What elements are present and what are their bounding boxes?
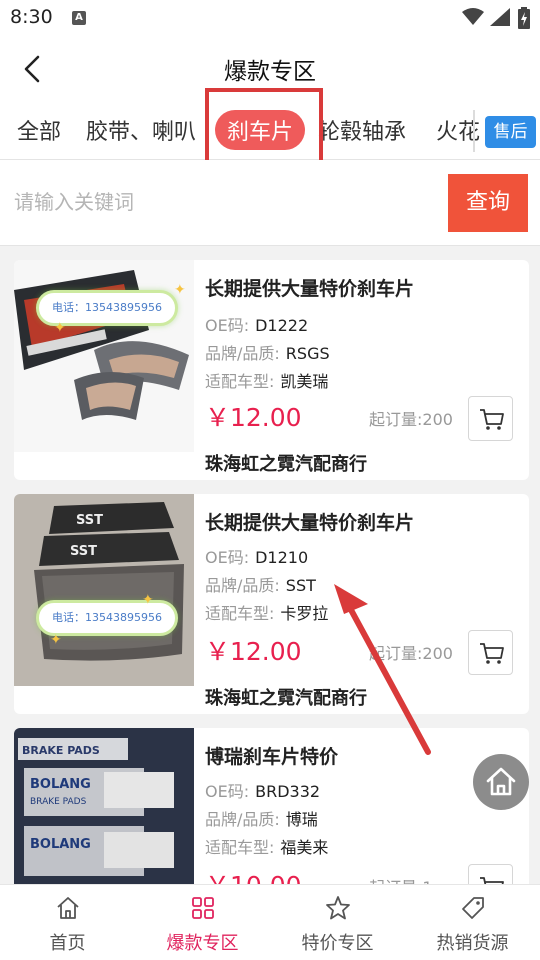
brand-label: 品牌/品质: [205,810,280,829]
nav-home[interactable]: 首页 [0,885,135,960]
oe-value: BRD332 [255,782,321,801]
product-image: BRAKE PADS BOLANG BRAKE PADS BOLANG [14,728,194,884]
nav-hot-zone-label: 爆款专区 [166,933,239,954]
moq-label: 起订量: [369,644,423,663]
product-image: 电话：13543895956 ✦ ✦ [14,260,194,452]
product-card[interactable]: BRAKE PADS BOLANG BRAKE PADS BOLANG 博瑞刹车… [14,728,529,884]
add-to-cart-button[interactable] [468,396,513,441]
moq-value: 200 [422,410,453,429]
cart-icon [480,643,504,664]
product-model: 适配车型: 凯美瑞 [205,368,328,392]
add-to-cart-button[interactable] [468,630,513,675]
oe-label: OE码: [205,782,250,801]
product-moq: 起订量:200 [369,640,453,664]
model-label: 适配车型: [205,604,275,623]
sparkle-icon: ✦ [50,632,62,648]
page-title: 爆款专区 [224,59,316,85]
product-image: SST SST 电话：13543895956 ✦ ✦ [14,494,194,686]
svg-text:SST: SST [76,513,103,528]
shop-name[interactable]: 珠海虹之霓汽配商行 [205,450,367,476]
product-name: 博瑞刹车片特价 [205,746,339,768]
signal-icon [490,8,510,26]
product-oe: OE码: BRD332 [205,778,320,802]
tag-icon [462,897,484,919]
nav-bar: 爆款专区 [0,36,540,102]
category-tabs: 全部 胶带、喇叭 刹车片 轮毂轴承 火花 售后 [0,102,540,160]
model-value: 卡罗拉 [280,604,329,623]
brand-value: SST [285,576,316,595]
product-brand: 品牌/品质: RSGS [205,340,330,364]
status-bar: 8:30 A [0,0,540,36]
product-name: 长期提供大量特价刹车片 [205,278,415,300]
tab-all[interactable]: 全部 [17,114,61,146]
product-price: ￥12.00 [205,403,302,432]
brand-value: 博瑞 [285,810,318,829]
product-brand: 品牌/品质: 博瑞 [205,806,318,830]
model-label: 适配车型: [205,372,275,391]
sparkle-icon: ✦ [54,320,66,336]
oe-value: D1210 [255,548,309,567]
status-time: 8:30 [10,6,53,28]
after-sale-button[interactable]: 售后 [485,116,536,148]
brand-label: 品牌/品质: [205,576,280,595]
svg-text:BRAKE PADS: BRAKE PADS [22,744,100,757]
model-value: 凯美瑞 [280,372,329,391]
oe-value: D1222 [255,316,309,335]
wifi-icon [462,8,484,25]
product-model: 适配车型: 卡罗拉 [205,600,328,624]
oe-label: OE码: [205,316,250,335]
nav-special-price-label: 特价专区 [301,933,374,954]
battery-icon [518,7,530,29]
oe-label: OE码: [205,548,250,567]
cart-icon [480,877,504,884]
tabs-divider [473,110,475,152]
product-moq: 起订量:200 [369,406,453,430]
tab-brake-pads[interactable]: 刹车片 [215,110,306,150]
product-brand: 品牌/品质: SST [205,572,316,596]
product-oe: OE码: D1222 [205,312,308,336]
svg-text:BRAKE PADS: BRAKE PADS [30,797,87,807]
svg-text:SST: SST [70,544,97,559]
product-oe: OE码: D1210 [205,544,308,568]
nav-hot-sources[interactable]: 热销货源 [405,885,540,960]
grid-icon [192,897,214,919]
sparkle-icon: ✦ [174,282,186,298]
product-card[interactable]: 电话：13543895956 ✦ ✦ 长期提供大量特价刹车片 OE码: D1222… [14,260,529,480]
model-label: 适配车型: [205,838,275,857]
svg-text:BOLANG: BOLANG [30,837,91,852]
search-button[interactable]: 查询 [448,174,528,232]
add-to-cart-button[interactable] [468,864,513,884]
home-icon [486,767,516,796]
brand-value: RSGS [285,344,330,363]
nav-hot-sources-label: 热销货源 [436,933,509,954]
sim-icon: A [72,11,86,25]
product-name: 长期提供大量特价刹车片 [205,512,415,534]
bottom-nav: 首页 爆款专区 特价专区 热销货源 [0,884,540,960]
nav-home-label: 首页 [49,933,86,954]
moq-label: 起订量: [369,410,423,429]
tab-wheel-bearing[interactable]: 轮毂轴承 [318,114,406,146]
star-icon [326,896,350,920]
product-price: ￥12.00 [205,637,302,666]
shop-name[interactable]: 珠海虹之霓汽配商行 [205,684,367,710]
cart-icon [480,409,504,430]
brand-label: 品牌/品质: [205,344,280,363]
home-icon [57,897,79,919]
moq-value: 200 [422,644,453,663]
product-model: 适配车型: 福美来 [205,834,328,858]
nav-hot-zone[interactable]: 爆款专区 [135,885,270,960]
model-value: 福美来 [280,838,329,857]
svg-text:BOLANG: BOLANG [30,777,91,792]
product-card[interactable]: SST SST 电话：13543895956 ✦ ✦ 长期提供大量特价刹车片 O… [14,494,529,714]
floating-home-button[interactable] [473,754,529,810]
product-price: ￥10.00 [205,866,302,884]
nav-special-price[interactable]: 特价专区 [270,885,405,960]
search-input[interactable] [14,174,434,230]
phone-badge: 电话：13543895956 [36,600,178,636]
sparkle-icon: ✦ [142,592,154,608]
tab-tape-horn[interactable]: 胶带、喇叭 [86,114,196,146]
product-moq: 起订量:1 [369,874,433,884]
